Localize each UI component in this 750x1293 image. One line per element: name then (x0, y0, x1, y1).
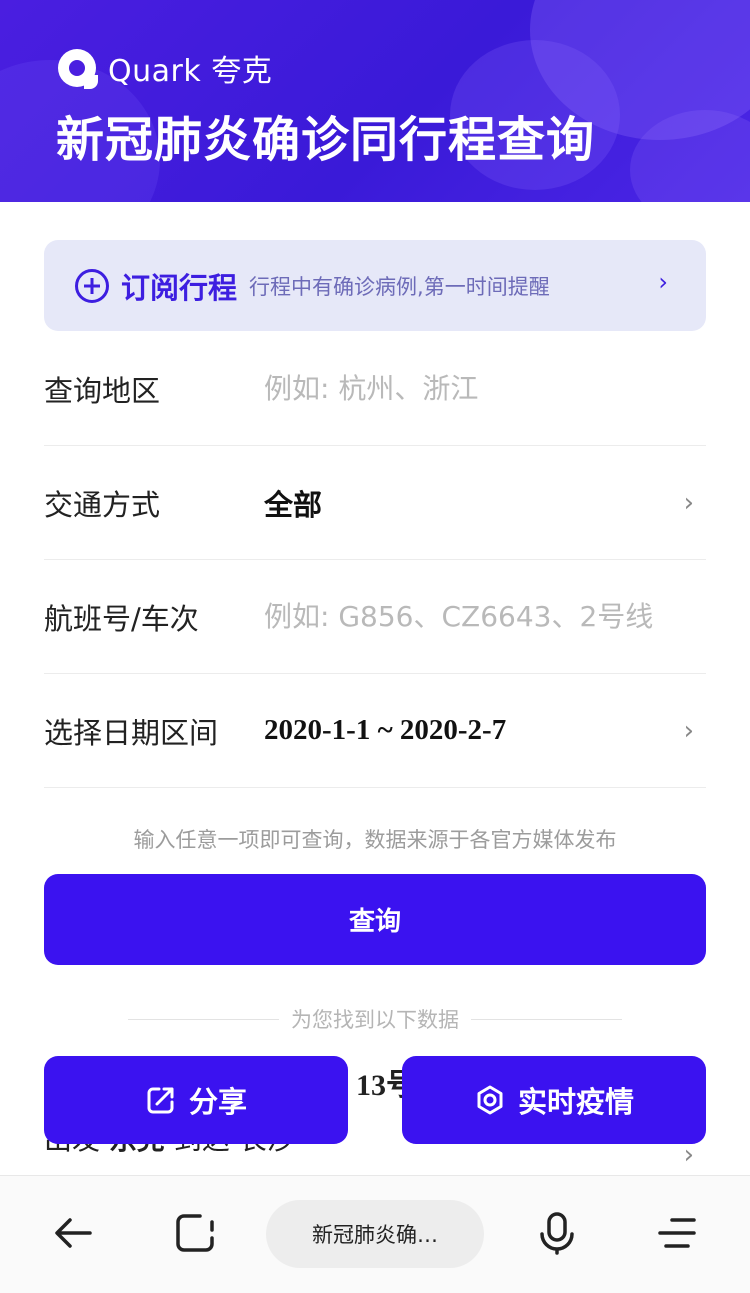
quark-logo: Quark 夸克 (58, 46, 272, 90)
query-button[interactable]: 查询 (44, 874, 706, 965)
date-range-row[interactable]: 选择日期区间 2020-1-1 ~ 2020-2-7 › (44, 674, 706, 788)
subscribe-title: 订阅行程 (121, 270, 238, 305)
flight-label: 航班号/车次 (44, 601, 199, 636)
share-label: 分享 (188, 1085, 247, 1119)
region-label: 查询地区 (44, 373, 161, 408)
results-divider-text: 为您找到以下数据 (291, 1008, 459, 1032)
plus-circle-icon (75, 268, 109, 303)
flight-row: 航班号/车次 (44, 560, 706, 674)
flight-number-input[interactable] (264, 560, 694, 673)
microphone-icon[interactable] (534, 1210, 580, 1256)
header-banner: Quark 夸克 新冠肺炎确诊同行程查询 (0, 0, 750, 202)
live-epidemic-label: 实时疫情 (517, 1085, 634, 1119)
quark-logo-text: Quark 夸克 (108, 54, 273, 89)
page-title: 新冠肺炎确诊同行程查询 (56, 112, 596, 168)
region-row: 查询地区 (44, 332, 706, 446)
transport-row[interactable]: 交通方式 全部 › (44, 446, 706, 560)
quark-logo-icon (58, 49, 98, 89)
date-range-value: 2020-1-1 ~ 2020-2-7 (264, 714, 507, 746)
browser-bottom-bar: 新冠肺炎确… (0, 1175, 750, 1293)
menu-icon[interactable] (654, 1210, 700, 1256)
virus-icon (477, 1085, 503, 1115)
transport-value: 全部 (264, 487, 323, 522)
transport-label: 交通方式 (44, 487, 161, 522)
region-input[interactable] (264, 332, 694, 445)
share-button[interactable]: 分享 (44, 1056, 348, 1144)
back-arrow-icon[interactable] (50, 1210, 96, 1256)
query-hint: 输入任意一项即可查询，数据来源于各官方媒体发布 (133, 828, 617, 852)
tabs-icon[interactable] (172, 1210, 218, 1256)
address-bar[interactable]: 新冠肺炎确… (266, 1200, 484, 1268)
chevron-right-icon: › (683, 715, 694, 746)
results-divider: 为您找到以下数据 (128, 1004, 622, 1034)
live-epidemic-button[interactable]: 实时疫情 (402, 1056, 706, 1144)
subscribe-trip-card[interactable]: 订阅行程 行程中有确诊病例,第一时间提醒 › (44, 240, 706, 331)
subscribe-description: 行程中有确诊病例,第一时间提醒 (249, 274, 550, 299)
date-range-label: 选择日期区间 (44, 715, 219, 750)
chevron-right-icon: › (683, 487, 694, 518)
chevron-right-icon: › (658, 268, 668, 296)
chevron-right-icon: › (683, 1140, 694, 1170)
share-icon (147, 1087, 174, 1114)
